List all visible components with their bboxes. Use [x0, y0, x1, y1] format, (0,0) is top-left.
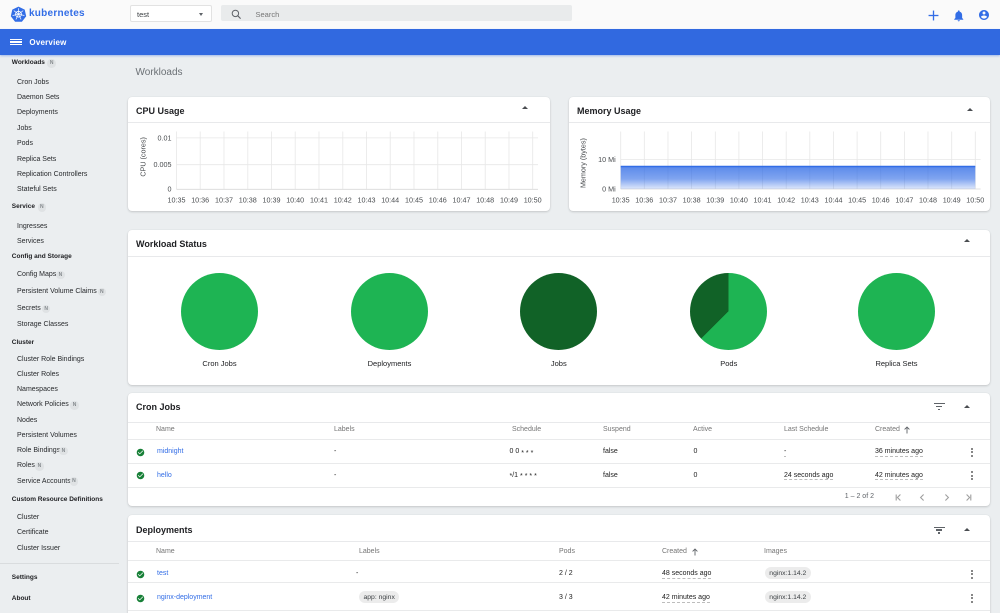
svg-text:10:37: 10:37	[215, 195, 233, 204]
svg-text:10:41: 10:41	[310, 195, 328, 204]
svg-text:10:48: 10:48	[476, 195, 494, 204]
svg-text:10:45: 10:45	[848, 195, 866, 204]
svg-text:0 Mi: 0 Mi	[602, 184, 616, 193]
svg-text:10:44: 10:44	[825, 195, 843, 204]
svg-text:10:43: 10:43	[801, 195, 819, 204]
svg-text:10:47: 10:47	[453, 195, 471, 204]
svg-text:10:40: 10:40	[730, 195, 748, 204]
svg-text:0: 0	[168, 184, 172, 193]
svg-text:0.01: 0.01	[158, 133, 172, 142]
svg-text:10:47: 10:47	[895, 195, 913, 204]
svg-text:10:36: 10:36	[635, 195, 653, 204]
svg-text:10:37: 10:37	[659, 195, 677, 204]
svg-text:10:46: 10:46	[429, 195, 447, 204]
svg-text:10:38: 10:38	[683, 195, 701, 204]
svg-text:10:43: 10:43	[358, 195, 376, 204]
svg-text:10 Mi: 10 Mi	[598, 155, 616, 164]
svg-text:10:49: 10:49	[500, 195, 518, 204]
svg-text:10:36: 10:36	[191, 195, 209, 204]
svg-text:10:48: 10:48	[919, 195, 937, 204]
svg-text:10:45: 10:45	[405, 195, 423, 204]
svg-text:Memory (bytes): Memory (bytes)	[578, 138, 587, 188]
svg-text:0.005: 0.005	[154, 160, 172, 169]
svg-text:10:44: 10:44	[381, 195, 399, 204]
svg-text:CPU (cores): CPU (cores)	[139, 137, 148, 177]
svg-text:10:39: 10:39	[263, 195, 281, 204]
svg-text:10:50: 10:50	[524, 195, 542, 204]
svg-text:10:42: 10:42	[334, 195, 352, 204]
svg-text:10:49: 10:49	[943, 195, 961, 204]
svg-text:10:42: 10:42	[777, 195, 795, 204]
svg-text:10:50: 10:50	[966, 195, 984, 204]
svg-text:10:46: 10:46	[872, 195, 890, 204]
svg-text:10:40: 10:40	[286, 195, 304, 204]
svg-text:10:35: 10:35	[168, 195, 186, 204]
svg-text:10:38: 10:38	[239, 195, 257, 204]
svg-text:10:41: 10:41	[754, 195, 772, 204]
svg-text:10:35: 10:35	[612, 195, 630, 204]
svg-text:10:39: 10:39	[706, 195, 724, 204]
